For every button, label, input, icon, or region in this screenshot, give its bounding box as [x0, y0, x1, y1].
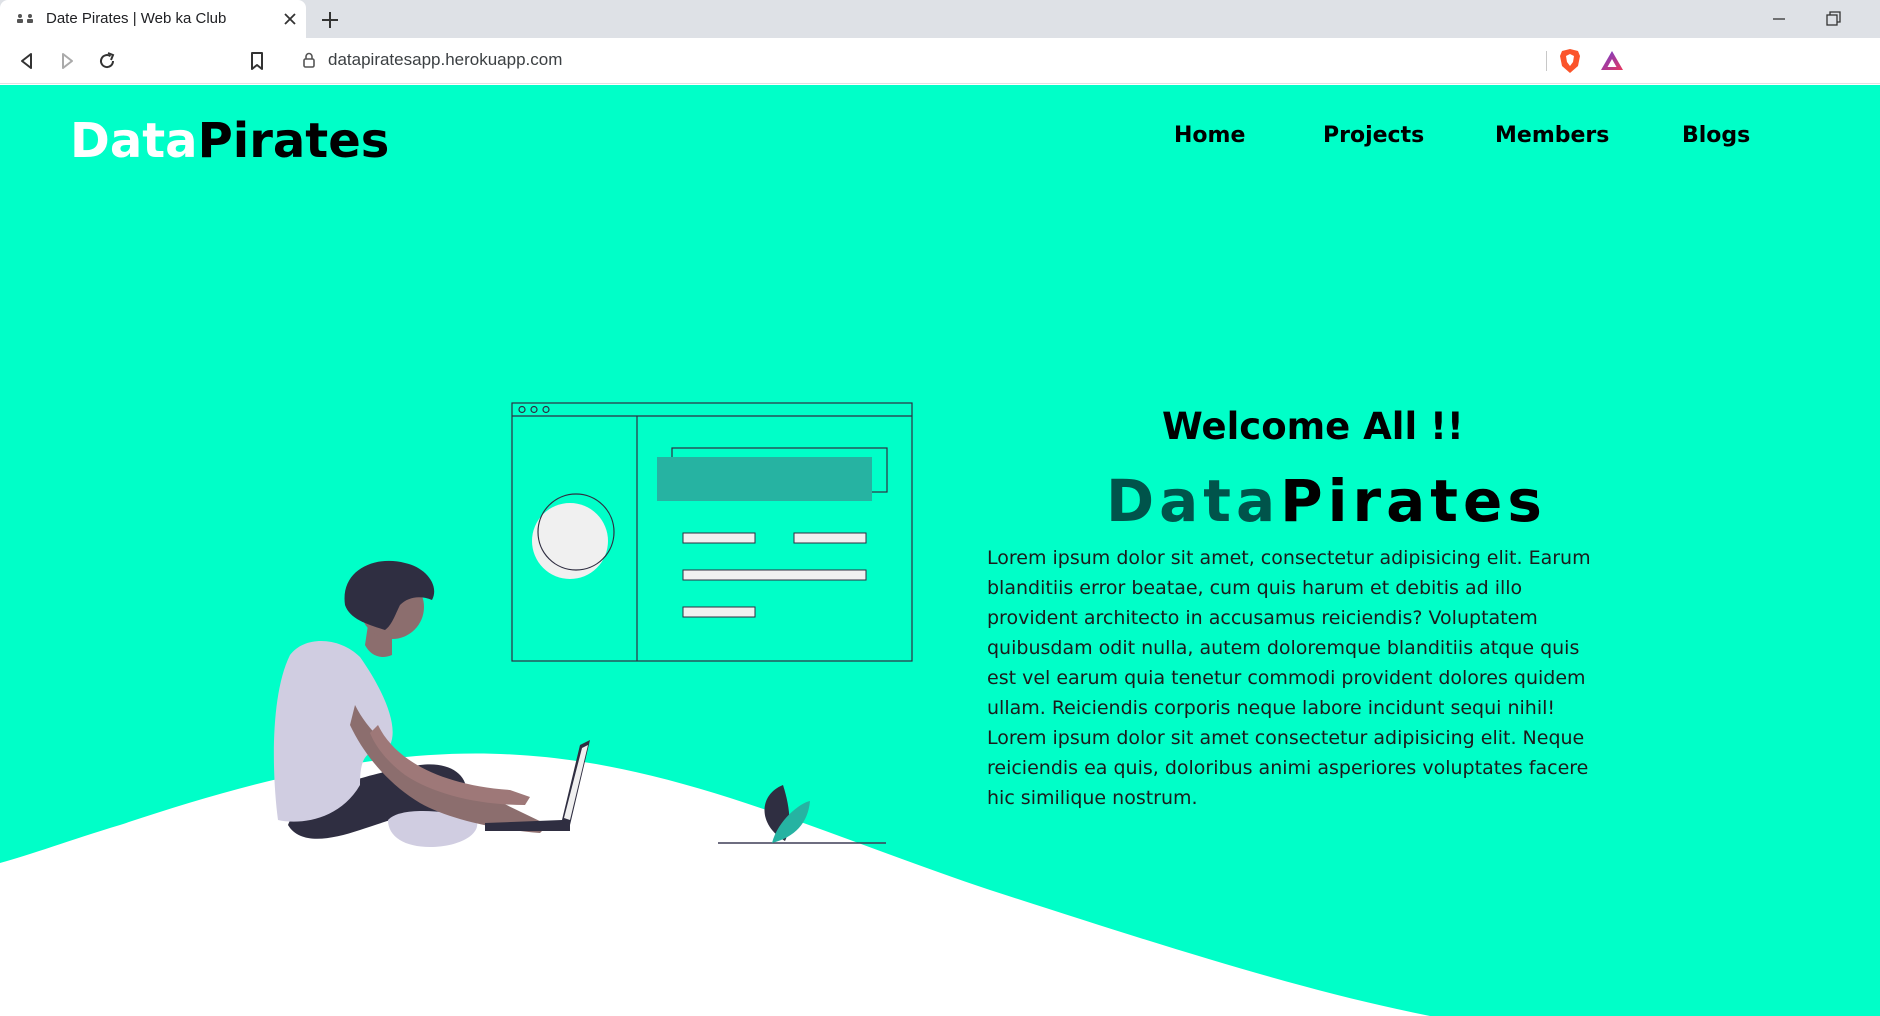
close-icon[interactable] [280, 9, 300, 29]
reload-icon[interactable] [94, 48, 120, 74]
browser-toolbar: datapiratesapp.herokuapp.com [0, 38, 1880, 84]
brave-rewards-icon[interactable] [1600, 49, 1624, 73]
bookmark-icon[interactable] [244, 48, 270, 74]
site-favicon-icon [17, 14, 33, 23]
tab-title: Date Pirates | Web ka Club [46, 10, 227, 27]
brand-part-pirates: Pirates [1280, 467, 1547, 535]
hero-brand-title: DataPirates [1106, 467, 1547, 535]
brand-part-data: Data [1106, 467, 1281, 535]
nav-blogs[interactable]: Blogs [1682, 123, 1750, 148]
forward-icon[interactable] [54, 48, 80, 74]
nav-members[interactable]: Members [1495, 123, 1609, 148]
lock-icon[interactable] [300, 51, 318, 69]
minimize-icon[interactable] [1768, 8, 1790, 30]
nav-home[interactable]: Home [1174, 123, 1245, 148]
url-text[interactable]: datapiratesapp.herokuapp.com [328, 50, 562, 70]
site-logo[interactable]: DataPirates [70, 113, 389, 169]
address-bar[interactable]: datapiratesapp.herokuapp.com [286, 42, 1634, 78]
nav-projects[interactable]: Projects [1323, 123, 1424, 148]
logo-part-data: Data [70, 113, 198, 169]
restore-icon[interactable] [1822, 8, 1844, 30]
logo-part-pirates: Pirates [197, 113, 390, 169]
hero-description: Lorem ipsum dolor sit amet, consectetur … [987, 547, 1591, 809]
divider [1546, 51, 1547, 71]
brave-shield-icon[interactable] [1558, 48, 1582, 74]
back-icon[interactable] [14, 48, 40, 74]
new-tab-icon[interactable] [318, 8, 342, 32]
browser-tab[interactable]: Date Pirates | Web ka Club [0, 0, 306, 38]
browser-tab-bar: Date Pirates | Web ka Club [0, 0, 1880, 38]
web-page: DataPirates Home Projects Members Blogs … [0, 85, 1880, 1016]
hero-welcome-heading: Welcome All !! [1162, 405, 1464, 448]
